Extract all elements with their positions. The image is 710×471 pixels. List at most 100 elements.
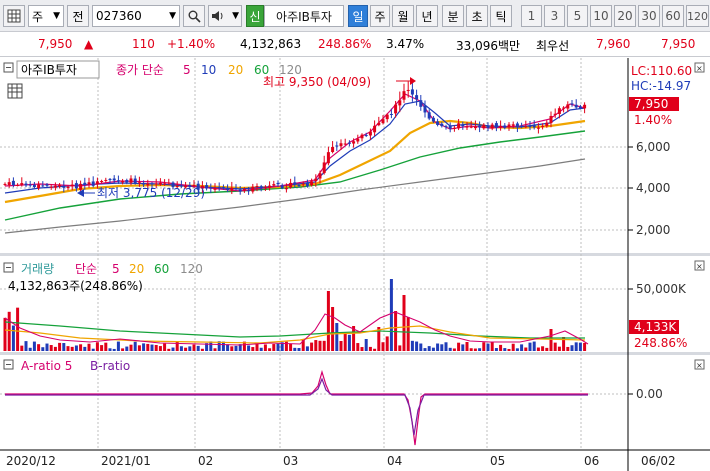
candle-body <box>452 127 456 129</box>
volume-bar <box>431 347 435 351</box>
volume-bar <box>142 343 146 351</box>
candle-body <box>545 122 549 127</box>
candle-body <box>83 182 87 186</box>
candle-body <box>7 182 11 186</box>
period-button-month[interactable]: 월 <box>392 5 414 27</box>
volume-bar <box>167 348 171 351</box>
svg-text:×: × <box>696 361 703 370</box>
candle-body <box>142 183 146 185</box>
candle-body <box>469 126 473 128</box>
table-icon[interactable] <box>7 83 23 99</box>
date-label-03: 03 <box>283 454 298 468</box>
volume-value: 4,132,863 <box>240 37 302 51</box>
candle-body <box>154 183 158 185</box>
chevron-down-icon: ▼ <box>53 11 60 21</box>
stock-chart[interactable]: 아주IB투자 종가 단순 5 10 20 60 120 최고 9,350 (04… <box>0 57 710 471</box>
stock-name: 아주IB투자 <box>264 5 344 27</box>
candle-body <box>465 126 469 128</box>
volume-bar <box>95 342 99 351</box>
volume-bar <box>87 343 91 351</box>
interval-button-30[interactable]: 30 <box>638 5 660 27</box>
candle-body <box>263 187 267 189</box>
panel-divider[interactable] <box>0 253 710 256</box>
volume-bar <box>247 345 251 351</box>
volume-bar <box>200 348 204 351</box>
current-price-tag: 7,950 <box>634 97 668 111</box>
candle-body <box>297 184 301 186</box>
chevron-down-icon: ▼ <box>169 11 176 21</box>
ma-legend-20: 20 <box>228 63 243 77</box>
grid-icon[interactable] <box>3 5 25 27</box>
period-button-tick[interactable]: 틱 <box>490 5 512 27</box>
candle-body <box>116 180 120 182</box>
period-button-second[interactable]: 초 <box>466 5 488 27</box>
sound-icon[interactable]: ▼ <box>208 5 242 27</box>
candle-body <box>213 188 217 190</box>
candle-body <box>486 125 490 128</box>
candle-body <box>431 117 435 122</box>
date-label-05: 05 <box>490 454 505 468</box>
candle-body <box>163 183 167 185</box>
volume-bar <box>305 346 309 351</box>
current-price: 7,950 <box>38 37 73 51</box>
stock-code-input[interactable]: 027360 ▼ <box>92 5 180 27</box>
volume-bar <box>314 340 318 351</box>
volume-bar <box>121 348 125 351</box>
candle-body <box>406 89 410 91</box>
volume-bar <box>137 345 141 351</box>
period-button-day[interactable]: 일 <box>348 5 368 27</box>
interval-button-5[interactable]: 5 <box>567 5 588 27</box>
search-icon[interactable] <box>183 5 205 27</box>
candle-body <box>251 186 255 192</box>
volume-legend-title: 단순 <box>75 262 97 276</box>
volume-bar <box>473 348 477 351</box>
interval-button-120[interactable]: 120 <box>686 5 709 27</box>
candle-body <box>95 181 99 185</box>
volume-bar <box>436 343 440 351</box>
candle-body <box>209 187 213 189</box>
prefix-label: 전 <box>67 5 89 27</box>
candle-body <box>16 185 20 187</box>
period-button-week[interactable]: 주 <box>370 5 390 27</box>
volume-bar <box>62 343 66 351</box>
volume-bar <box>45 343 49 351</box>
volume-bar <box>263 344 267 351</box>
vol-ma-legend-20: 20 <box>129 262 144 276</box>
panel-divider[interactable] <box>0 352 710 355</box>
candle-body <box>562 107 566 109</box>
interval-button-60[interactable]: 60 <box>662 5 684 27</box>
candle-body <box>310 181 314 186</box>
volume-bar <box>520 344 524 351</box>
volume-bar <box>486 343 490 351</box>
volume-bar <box>179 346 183 351</box>
a-ratio-label: A-ratio 5 <box>21 359 72 373</box>
candle-body <box>478 125 482 128</box>
interval-button-1[interactable]: 1 <box>521 5 542 27</box>
interval-button-20[interactable]: 20 <box>614 5 636 27</box>
interval-button-3[interactable]: 3 <box>544 5 565 27</box>
volume-bar <box>226 344 230 351</box>
interval-button-10[interactable]: 10 <box>590 5 612 27</box>
candle-body <box>335 145 339 147</box>
volume-bar <box>53 346 57 351</box>
volume-bar <box>423 348 427 351</box>
chevron-down-icon: ▼ <box>232 11 239 21</box>
candle-body <box>423 105 427 113</box>
candle-body <box>62 186 66 188</box>
candle-body <box>373 125 377 133</box>
volume-bar <box>440 344 444 351</box>
candle-body <box>494 123 498 128</box>
volume-bar <box>163 343 167 351</box>
volume-bar <box>448 347 452 351</box>
candle-body <box>570 103 574 105</box>
candle-body <box>356 138 360 142</box>
volume-bar <box>478 348 482 351</box>
candle-body <box>398 100 402 106</box>
period-button-year[interactable]: 년 <box>416 5 438 27</box>
candle-body <box>566 104 570 109</box>
volume-bar <box>289 343 293 351</box>
trade-amount: 33,096백만 <box>456 39 521 53</box>
market-select[interactable]: 주 ▼ <box>28 5 64 27</box>
volume-bar <box>133 341 137 351</box>
period-button-minute[interactable]: 분 <box>442 5 464 27</box>
